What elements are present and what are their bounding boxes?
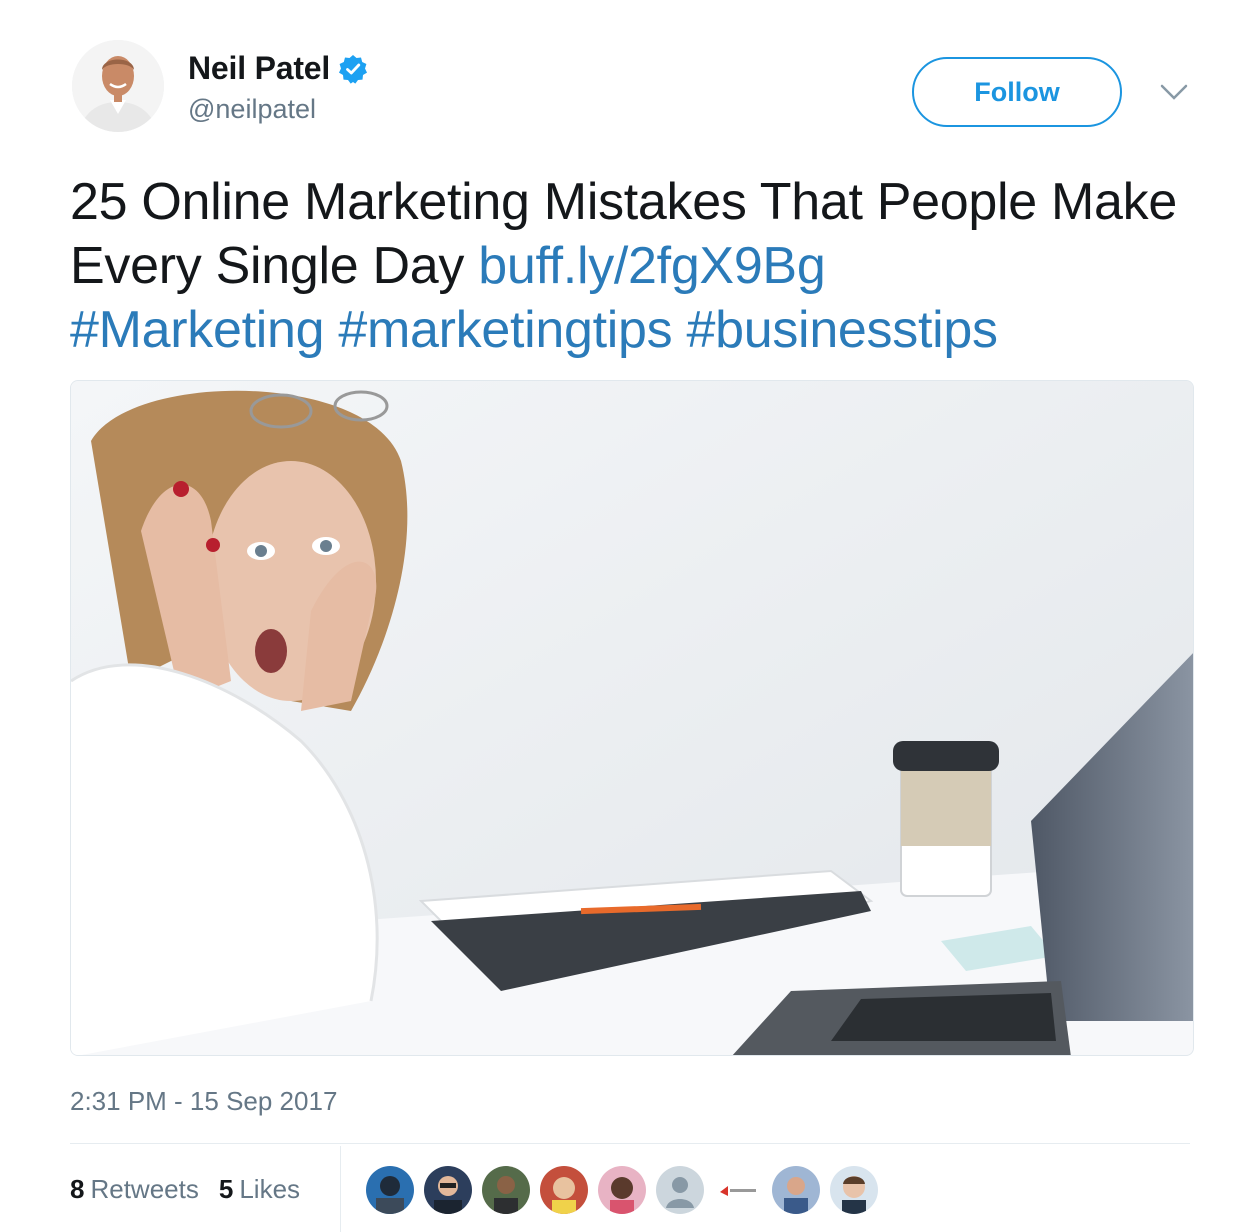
liker-avatars <box>366 1166 888 1214</box>
liker-avatar[interactable] <box>830 1166 878 1214</box>
tweet-text: 25 Online Marketing Mistakes That People… <box>70 170 1200 362</box>
likes-label: Likes <box>239 1174 301 1204</box>
default-avatar-icon[interactable] <box>656 1166 704 1214</box>
follow-button[interactable]: Follow <box>912 57 1122 127</box>
hashtag-businesstips[interactable]: #businesstips <box>687 301 998 359</box>
tweet-timestamp[interactable]: 2:31 PM - 15 Sep 2017 <box>70 1086 337 1117</box>
author-name-row: Neil Patel <box>188 50 368 87</box>
tweet-stats: 8 Retweets 5 Likes <box>70 1174 320 1205</box>
liker-avatar[interactable] <box>366 1166 414 1214</box>
author-name[interactable]: Neil Patel <box>188 50 330 87</box>
author-avatar[interactable] <box>72 40 164 132</box>
tweet-link[interactable]: buff.ly/2fgX9Bg <box>478 237 826 295</box>
divider <box>70 1143 1190 1144</box>
tweet-media-image[interactable] <box>70 380 1194 1056</box>
hashtag-marketing[interactable]: #Marketing <box>70 301 325 359</box>
verified-badge-icon <box>338 54 368 84</box>
likes-count: 5 <box>218 1174 234 1204</box>
retweets-count: 8 <box>70 1174 85 1204</box>
likes-stat[interactable]: 5 Likes <box>219 1174 300 1205</box>
liker-avatar[interactable] <box>482 1166 530 1214</box>
retweets-label: Retweets <box>90 1174 199 1204</box>
liker-avatar[interactable] <box>540 1166 588 1214</box>
liker-avatar-logo[interactable] <box>714 1166 762 1214</box>
hashtag-marketingtips[interactable]: #marketingtips <box>338 301 672 359</box>
chevron-down-icon[interactable] <box>1158 80 1190 104</box>
stats-separator <box>340 1146 341 1232</box>
author-handle[interactable]: @neilpatel <box>188 94 316 125</box>
liker-avatar[interactable] <box>424 1166 472 1214</box>
retweets-stat[interactable]: 8 Retweets <box>70 1174 199 1205</box>
liker-avatar[interactable] <box>598 1166 646 1214</box>
liker-avatar[interactable] <box>772 1166 820 1214</box>
tweet-card: Neil Patel @neilpatel Follow 25 Online M… <box>0 0 1258 1232</box>
